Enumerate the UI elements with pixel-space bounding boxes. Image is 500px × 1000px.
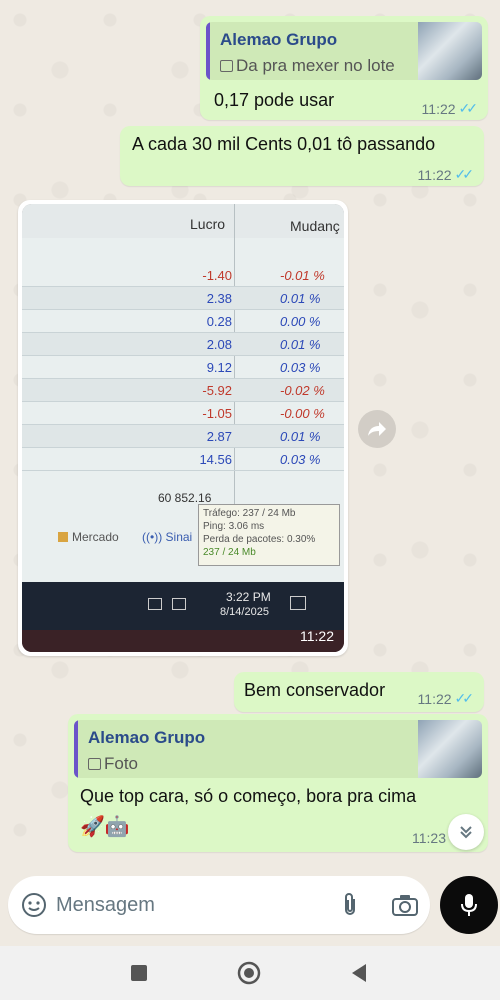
quote-thumbnail <box>418 22 482 80</box>
message-time: 11:22 <box>421 100 456 117</box>
photo-sinais-label: ((•)) Sinai <box>142 530 193 544</box>
photo-table-row: 2.38 0.01 % <box>22 287 344 310</box>
photo-cell-lucro: 0.28 <box>206 314 232 329</box>
photo-mercado-label: Mercado <box>58 530 119 544</box>
triangle-back-icon[interactable] <box>346 960 372 986</box>
photo-col-lucro: Lucro <box>190 216 226 232</box>
message-text: A cada 30 mil Cents 0,01 tô passando <box>132 134 436 154</box>
photo-desk <box>22 630 344 652</box>
photo-cell-mudanca: 0.00 % <box>280 314 321 329</box>
quoted-message[interactable]: Alemao Grupo Foto <box>74 720 482 778</box>
photo-cell-lucro: -1.05 <box>202 406 232 421</box>
photo-cell-mudanca: -0.02 % <box>280 383 325 398</box>
message-bubble[interactable]: Bem conservador 11:22 ✓✓ <box>234 672 484 712</box>
photo-table-row: -1.05 -0.00 % <box>22 402 344 425</box>
paperclip-icon[interactable] <box>336 891 364 919</box>
photo-table-row: 9.12 0.03 % <box>22 356 344 379</box>
read-ticks-icon: ✓✓ <box>454 690 475 706</box>
message-bubble[interactable]: Alemao Grupo Da pra mexer no lote 0,17 p… <box>200 16 488 120</box>
message-text: Que top cara, só o começo, bora pra cima <box>80 786 417 806</box>
quote-bar <box>74 720 78 778</box>
message-time: 11:23 <box>412 830 446 846</box>
message-meta: 11:22 ✓✓ <box>417 690 475 707</box>
message-text: Bem conservador <box>244 680 386 700</box>
photo-header-row: Lucro Mudanç <box>22 204 344 504</box>
quote-author: Alemao Grupo <box>220 30 338 49</box>
photo-table-row: 0.28 0.00 % <box>22 310 344 333</box>
photo-cell-lucro: -5.92 <box>202 383 232 398</box>
message-time: 11:22 <box>417 166 452 183</box>
camera-icon[interactable] <box>390 891 420 919</box>
forward-icon[interactable] <box>358 410 396 448</box>
square-icon[interactable] <box>126 960 152 986</box>
message-input-box[interactable] <box>8 876 430 934</box>
photo-cell-lucro: -1.40 <box>202 268 232 283</box>
photo-cell-lucro: 2.08 <box>206 337 232 352</box>
message-meta: 11:22 ✓✓ <box>417 166 475 183</box>
message-bubble[interactable]: A cada 30 mil Cents 0,01 tô passando 11:… <box>120 126 484 186</box>
message-time: 11:22 <box>417 690 452 707</box>
quote-text: Foto <box>88 754 138 774</box>
photo-table-row: 2.08 0.01 % <box>22 333 344 356</box>
message-text: 0,17 pode usar <box>214 90 335 110</box>
photo-table-row: -1.40 -0.01 % <box>22 264 344 287</box>
composer <box>0 866 500 946</box>
photo-table-row: 14.56 0.03 % <box>22 448 344 471</box>
read-ticks-icon: ✓✓ <box>458 100 479 116</box>
quoted-message[interactable]: Alemao Grupo Da pra mexer no lote <box>206 22 482 80</box>
photo-message[interactable]: Lucro Mudanç -1.40 -0.01 % 2.38 0.01 % 0.28 0… <box>18 200 348 656</box>
photo-col-mudanca: Mudanç <box>290 218 340 234</box>
system-nav-bar <box>0 946 500 1000</box>
message-emoji: 🚀🤖 <box>80 816 130 838</box>
chat-area[interactable]: Alemao Grupo Da pra mexer no lote 0,17 p… <box>0 0 500 866</box>
circle-icon[interactable] <box>236 960 262 986</box>
photo-cell-lucro: 9.12 <box>206 360 232 375</box>
photo-cell-mudanca: 0.01 % <box>280 337 321 352</box>
message-bubble[interactable]: Alemao Grupo Foto Que top cara, só o com… <box>68 714 488 852</box>
photo-table-row: -5.92 -0.02 % <box>22 379 344 402</box>
photo-table-row: 2.87 0.01 % <box>22 425 344 448</box>
photo-total: 60 852.16 <box>158 491 212 505</box>
sticker-icon[interactable] <box>20 891 48 919</box>
image-icon <box>88 758 101 770</box>
quote-thumbnail <box>418 720 482 778</box>
photo-cell-mudanca: 0.01 % <box>280 291 321 306</box>
quote-bar <box>206 22 210 80</box>
photo-tooltip: Tráfego: 237 / 24 Mb Ping: 3.06 ms Perda… <box>198 504 340 566</box>
photo-cell-mudanca: -0.00 % <box>280 406 325 421</box>
photo-taskbar: 3:22 PM 8/14/2025 <box>22 582 344 630</box>
photo-cell-mudanca: 0.03 % <box>280 360 321 375</box>
message-input[interactable] <box>56 890 316 920</box>
message-meta: 11:23 <box>412 830 446 846</box>
photo-cell-lucro: 2.38 <box>206 291 232 306</box>
photo-cell-mudanca: -0.01 % <box>280 268 325 283</box>
photo-cell-mudanca: 0.01 % <box>280 429 321 444</box>
message-time: 11:22 <box>300 628 334 644</box>
double-chevron-down-icon[interactable] <box>448 814 484 850</box>
photo[interactable]: Lucro Mudanç -1.40 -0.01 % 2.38 0.01 % 0.28 0… <box>22 204 344 652</box>
image-icon <box>220 60 233 72</box>
photo-cell-lucro: 2.87 <box>206 429 232 444</box>
quote-author: Alemao Grupo <box>88 728 206 747</box>
photo-cell-mudanca: 0.03 % <box>280 452 321 467</box>
photo-cell-lucro: 14.56 <box>199 452 232 467</box>
photo-screen: Lucro Mudanç -1.40 -0.01 % 2.38 0.01 % 0.28 0… <box>22 204 344 584</box>
quote-text: Da pra mexer no lote <box>220 56 395 76</box>
mic-icon[interactable] <box>440 876 498 934</box>
message-meta: 11:22 ✓✓ <box>421 100 479 117</box>
read-ticks-icon: ✓✓ <box>454 166 475 182</box>
